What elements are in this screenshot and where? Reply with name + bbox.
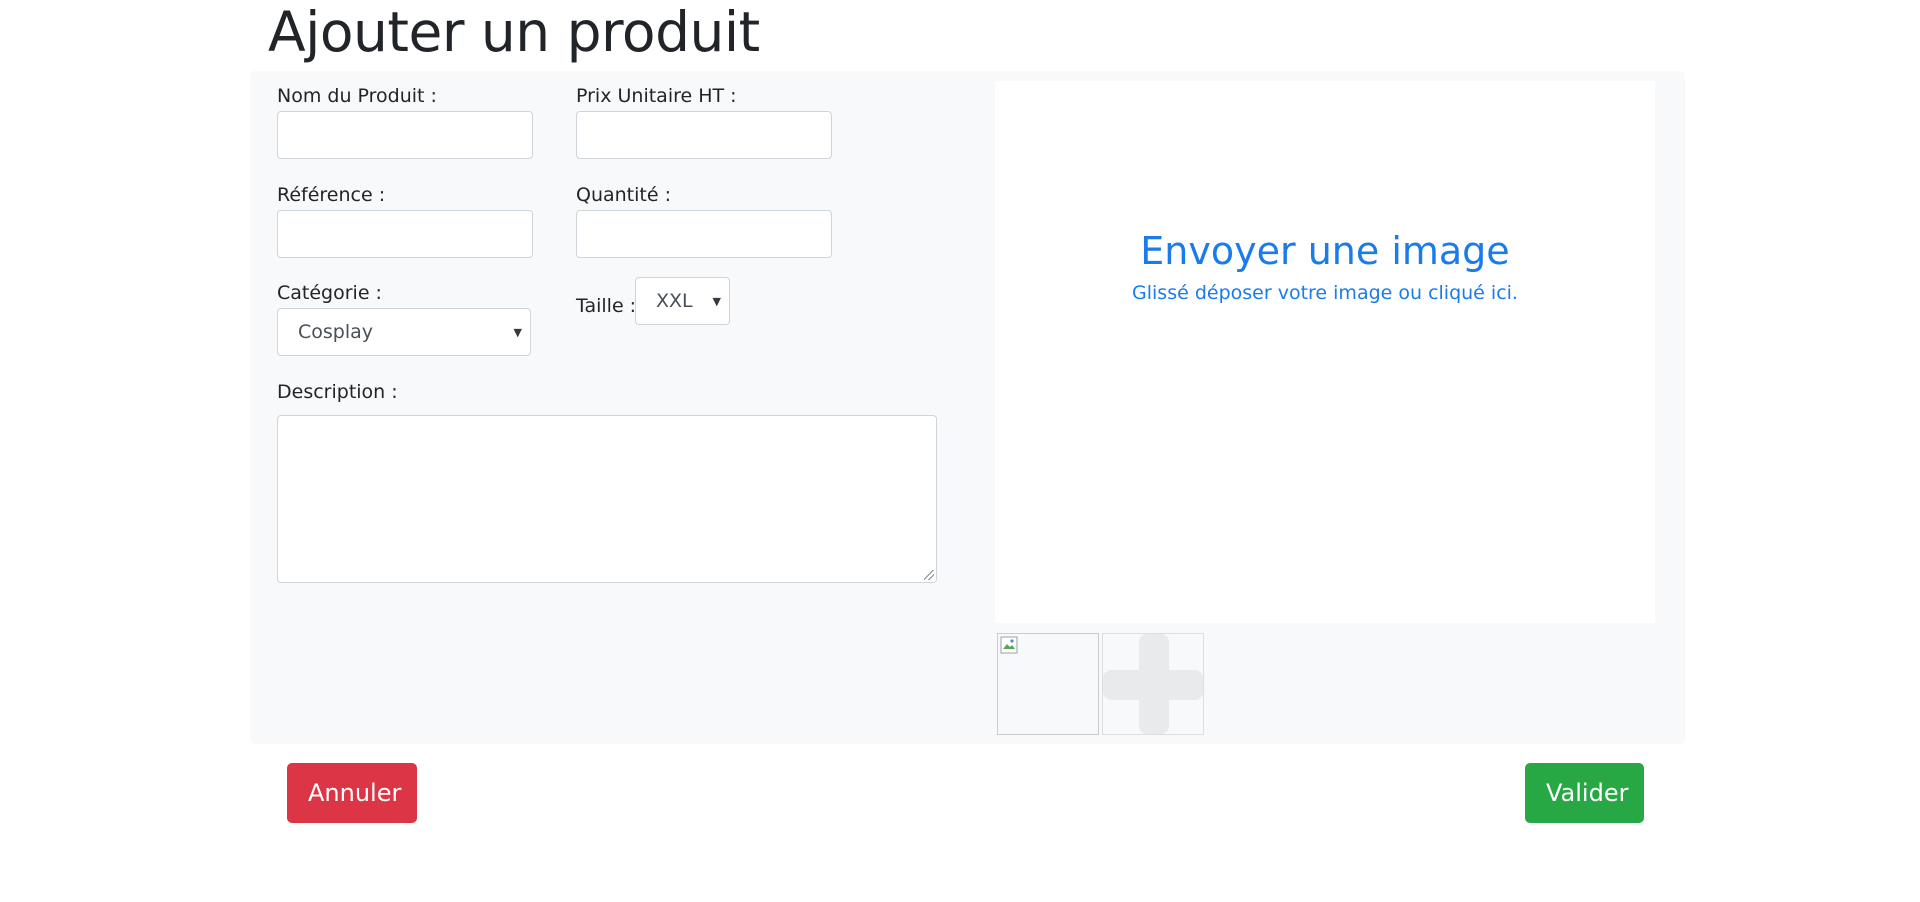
image-dropzone[interactable]: Envoyer une image Glissé déposer votre i… — [995, 81, 1655, 623]
quantity-label: Quantité : — [576, 184, 671, 206]
unit-price-input[interactable] — [576, 111, 832, 159]
broken-image-icon — [1000, 636, 1018, 654]
size-selected-value: XXL — [656, 290, 693, 312]
category-selected-value: Cosplay — [298, 321, 374, 343]
cancel-button[interactable]: Annuler — [287, 763, 417, 823]
add-image-button[interactable] — [1102, 633, 1204, 735]
quantity-input[interactable] — [576, 210, 832, 258]
category-select[interactable]: Cosplay ▼ — [277, 308, 531, 356]
dropzone-subtitle: Glissé déposer votre image ou cliqué ici… — [1132, 282, 1518, 304]
chevron-down-icon: ▼ — [513, 325, 522, 339]
reference-input[interactable] — [277, 210, 533, 258]
resize-handle-icon[interactable] — [924, 570, 934, 580]
unit-price-label: Prix Unitaire HT : — [576, 85, 737, 107]
chevron-down-icon: ▼ — [712, 294, 721, 308]
dropzone-title: Envoyer une image — [1140, 229, 1510, 273]
image-thumbnail[interactable] — [997, 633, 1099, 735]
reference-label: Référence : — [277, 184, 386, 206]
product-form-panel: Nom du Produit : Prix Unitaire HT : Réfé… — [250, 71, 1685, 744]
product-name-input[interactable] — [277, 111, 533, 159]
description-textarea[interactable] — [277, 415, 937, 583]
product-name-label: Nom du Produit : — [277, 85, 437, 107]
submit-button[interactable]: Valider — [1525, 763, 1644, 823]
description-label: Description : — [277, 381, 398, 403]
category-label: Catégorie : — [277, 282, 382, 304]
page-title: Ajouter un produit — [268, 0, 760, 64]
size-label: Taille : — [576, 295, 637, 317]
size-select[interactable]: XXL ▼ — [635, 277, 730, 325]
